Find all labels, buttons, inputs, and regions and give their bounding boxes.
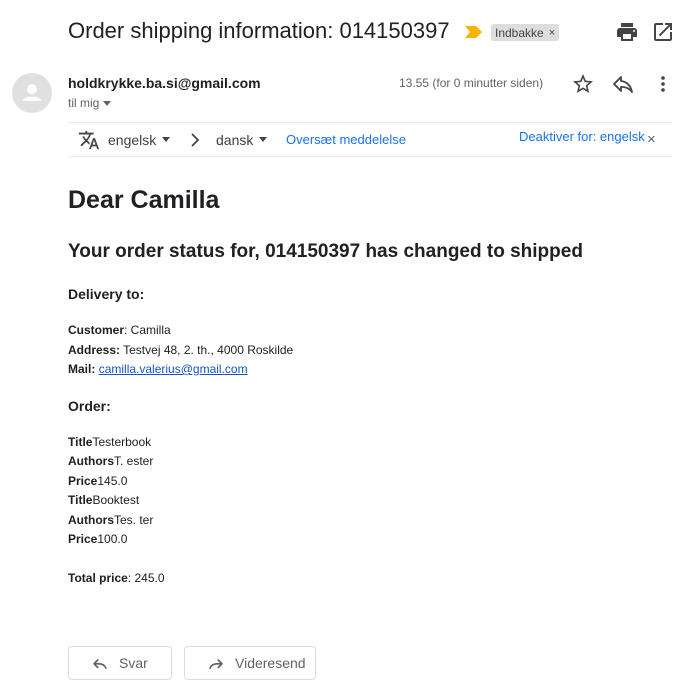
total-price-label: Total price [68,571,128,585]
target-language-select[interactable]: dansk [216,123,268,156]
recipient-label: til mig [68,96,100,110]
delivery-heading: Delivery to: [68,286,145,302]
authors-label: Authors [68,513,114,527]
message-timestamp: 13.55 (for 0 minutter siden) [399,76,544,90]
disable-translation-link[interactable]: Deaktiver for: engelsk [519,120,645,153]
disable-translation-label: Deaktiver for: engelsk [519,129,645,144]
authors-value: Tes. ter [114,513,154,527]
address-label: Address: [68,343,121,357]
label-chip-inbox: Indbakke × [491,24,560,41]
address-value: Testvej 48, 2. th., 4000 Roskilde [120,343,294,357]
order-status-heading: Your order status for, 014150397 has cha… [68,241,583,262]
source-language-label: engelsk [108,131,157,148]
recipient-dropdown[interactable]: til mig [68,96,112,110]
translate-icon [78,130,100,150]
mail-link[interactable]: camilla.valerius@gmail.com [99,362,248,376]
authors-value: T. ester [114,454,154,468]
remove-label-button[interactable]: × [549,27,555,39]
more-vert-icon[interactable] [651,72,675,96]
translation-bar: engelsk dansk Oversæt meddelelse Deaktiv… [68,122,672,157]
caret-down-icon [162,137,171,142]
close-translation-bar-button[interactable]: × [647,123,656,156]
order-item-authors: AuthorsT. ester [68,454,153,468]
customer-value: : Camilla [124,323,171,337]
print-icon[interactable] [615,20,639,44]
mail-label: Mail: [68,362,96,376]
price-label: Price [68,474,98,488]
price-value: 145.0 [97,474,128,488]
authors-label: Authors [68,454,114,468]
order-item-title: TitleTesterbook [68,435,151,449]
importance-marker-icon[interactable] [465,26,482,38]
avatar-person-icon [23,84,41,101]
source-language-select[interactable]: engelsk [108,123,171,156]
price-label: Price [68,532,98,546]
translate-message-link[interactable]: Oversæt meddelelse [286,123,406,156]
order-item-price: Price100.0 [68,532,127,546]
target-language-label: dansk [216,131,254,148]
avatar[interactable] [12,73,52,113]
sender-email[interactable]: holdkrykke.ba.si@gmail.com [68,75,261,91]
address-line: Address: Testvej 48, 2. th., 4000 Roskil… [68,343,293,357]
reply-icon[interactable] [611,72,635,96]
caret-down-icon [103,100,112,106]
forward-button-label: Videresend [235,655,306,671]
customer-label: Customer [68,323,125,337]
title-label: Title [68,435,93,449]
forward-icon [209,659,223,670]
reply-button-label: Svar [119,655,148,671]
email-subject: Order shipping information: 014150397 [68,18,450,43]
greeting-heading: Dear Camilla [68,186,220,214]
order-heading: Order: [68,398,111,414]
label-chip-text: Indbakke [495,25,544,40]
chevron-right-icon [191,133,200,147]
title-label: Title [68,493,93,507]
reply-button[interactable]: Svar [68,646,172,680]
customer-line: Customer: Camilla [68,323,171,337]
mail-line: Mail: camilla.valerius@gmail.com [68,362,248,376]
caret-down-icon [259,137,268,142]
title-value: Booktest [92,493,140,507]
open-in-new-window-icon[interactable] [651,20,675,44]
translate-message-label: Oversæt meddelelse [286,132,406,147]
forward-button[interactable]: Videresend [184,646,316,680]
order-item-title: TitleBooktest [68,493,139,507]
price-value: 100.0 [97,532,128,546]
title-value: Testerbook [92,435,152,449]
order-item-price: Price145.0 [68,474,127,488]
reply-icon [93,659,107,670]
star-icon[interactable] [571,72,595,96]
total-price-line: Total price: 245.0 [68,571,165,585]
order-item-authors: AuthorsTes. ter [68,513,153,527]
total-price-value: : 245.0 [127,571,165,585]
